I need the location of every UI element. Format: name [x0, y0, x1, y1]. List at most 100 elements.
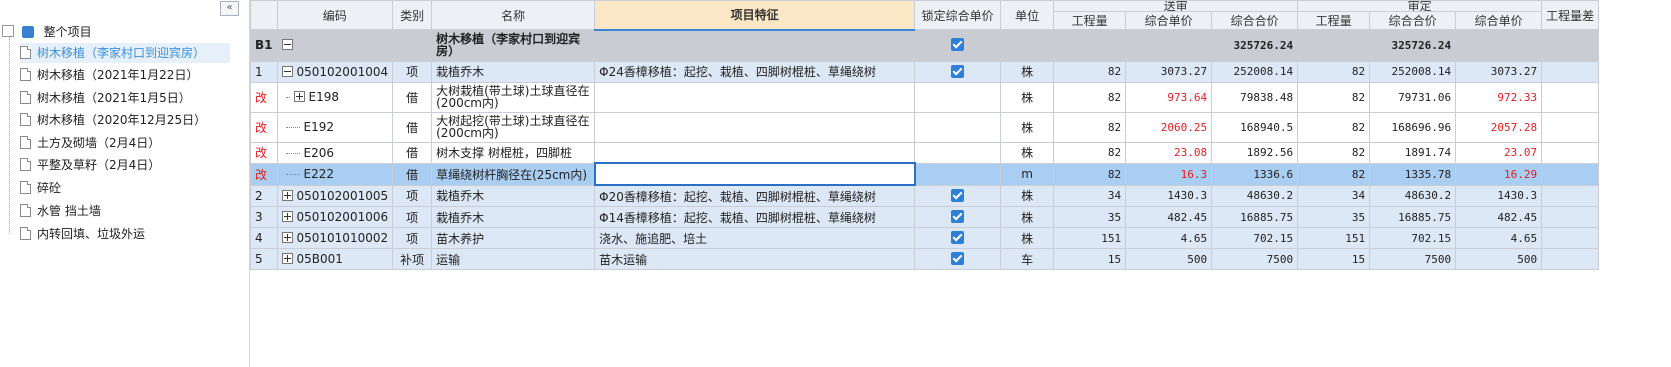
- header-unit[interactable]: 单位: [1000, 0, 1055, 30]
- uprice-cell[interactable]: 482.45: [1125, 206, 1213, 228]
- feature-cell[interactable]: [594, 111, 916, 143]
- header-qty-1[interactable]: 工程量: [1053, 11, 1127, 30]
- table-row[interactable]: 2 050102001005 项 栽植乔木 Φ20香樟移植：起挖、栽植、四脚树棍…: [250, 184, 1600, 207]
- collapse-minus-icon[interactable]: [281, 39, 293, 51]
- code-cell[interactable]: E222: [276, 162, 394, 186]
- name-cell[interactable]: 草绳绕树杆胸径在(25cm内): [431, 162, 596, 186]
- qty-cell[interactable]: 82: [1297, 60, 1371, 83]
- uprice-cell[interactable]: 23.08: [1125, 141, 1213, 164]
- uprice-cell[interactable]: 16.29: [1455, 162, 1543, 186]
- name-cell[interactable]: 栽植乔木: [431, 206, 596, 228]
- qty-cell[interactable]: 15: [1297, 248, 1371, 270]
- checkbox-checked-icon[interactable]: [951, 64, 965, 78]
- unit-cell[interactable]: 车: [1000, 248, 1055, 270]
- qty-cell[interactable]: 82: [1053, 162, 1127, 186]
- table-row[interactable]: 1 050102001004 项 栽植乔木 Φ24香樟移植：起挖、栽植、四脚树棍…: [250, 60, 1600, 83]
- type-cell[interactable]: 项: [392, 227, 433, 249]
- unit-cell[interactable]: m: [1000, 162, 1055, 186]
- type-cell[interactable]: 借: [392, 111, 433, 143]
- table-row[interactable]: 5 05B001 补项 运输 苗木运输 车 15 500 7500 15 750…: [250, 248, 1600, 270]
- tree-item[interactable]: 平整及草籽（2月4日）: [20, 155, 160, 175]
- name-cell[interactable]: 大树起挖(带土球)土球直径在(200cm内): [431, 111, 596, 143]
- uprice-cell[interactable]: 500: [1455, 248, 1543, 270]
- table-row-section[interactable]: B1 树木移植（李家村口到迎宾房） 325726.24 325726.24: [250, 29, 1600, 62]
- uprice-cell[interactable]: 3073.27: [1125, 60, 1213, 83]
- unit-cell[interactable]: 株: [1000, 60, 1055, 83]
- collapse-minus-icon[interactable]: [281, 65, 293, 77]
- uprice-cell[interactable]: 972.33: [1455, 81, 1543, 113]
- unit-cell[interactable]: 株: [1000, 227, 1055, 249]
- uprice-cell[interactable]: 3073.27: [1455, 60, 1543, 83]
- qty-cell[interactable]: 82: [1297, 111, 1371, 143]
- uprice-cell[interactable]: 1430.3: [1455, 184, 1543, 207]
- uprice-cell[interactable]: 2060.25: [1125, 111, 1213, 143]
- feature-cell[interactable]: Φ20香樟移植：起挖、栽植、四脚树棍桩、草绳绕树: [594, 184, 916, 207]
- lock-checkbox-cell[interactable]: [914, 184, 1002, 207]
- code-cell[interactable]: E198: [276, 81, 394, 113]
- expand-plus-icon[interactable]: [281, 211, 293, 222]
- collapse-panel-button[interactable]: «: [220, 1, 239, 16]
- lock-checkbox-cell[interactable]: [914, 248, 1002, 270]
- header-code[interactable]: 编码: [276, 0, 394, 30]
- qty-cell[interactable]: 82: [1297, 81, 1371, 113]
- lock-checkbox-cell[interactable]: [914, 29, 1002, 62]
- unit-cell[interactable]: 株: [1000, 206, 1055, 228]
- tree-item[interactable]: 树木移植（2021年1月22日）: [20, 65, 198, 85]
- qty-cell[interactable]: 151: [1053, 227, 1127, 249]
- qty-cell[interactable]: 82: [1053, 111, 1127, 143]
- tree-item[interactable]: 内转回填、垃圾外运: [20, 224, 145, 244]
- tree-item[interactable]: 水管 挡土墙: [20, 201, 101, 221]
- uprice-cell[interactable]: 2057.28: [1455, 111, 1543, 143]
- uprice-cell[interactable]: 973.64: [1125, 81, 1213, 113]
- qty-cell[interactable]: 82: [1053, 81, 1127, 113]
- tree-item[interactable]: 树木移植（2020年12月25日）: [20, 110, 206, 130]
- uprice-cell[interactable]: 482.45: [1455, 206, 1543, 228]
- expand-plus-icon[interactable]: [281, 253, 293, 264]
- qty-cell[interactable]: 35: [1053, 206, 1127, 228]
- tree-item[interactable]: 碎砼: [20, 178, 61, 198]
- type-cell[interactable]: 项: [392, 60, 433, 83]
- uprice-cell[interactable]: 23.07: [1455, 141, 1543, 164]
- header-lock[interactable]: 锁定综合单价: [914, 0, 1002, 30]
- lock-checkbox-cell[interactable]: [914, 227, 1002, 249]
- qty-cell[interactable]: 151: [1297, 227, 1371, 249]
- checkbox-checked-icon[interactable]: [951, 252, 965, 265]
- code-cell[interactable]: E192: [276, 111, 394, 143]
- qty-cell[interactable]: 82: [1053, 141, 1127, 164]
- table-row-selected[interactable]: 改 E222 借 草绳绕树杆胸径在(25cm内) m 82 16.3 1336.…: [250, 162, 1600, 186]
- code-cell[interactable]: 050102001006: [276, 206, 394, 228]
- uprice-cell[interactable]: 4.65: [1455, 227, 1543, 249]
- feature-edit-cell[interactable]: [593, 162, 916, 186]
- unit-cell[interactable]: 株: [1000, 111, 1055, 143]
- name-cell[interactable]: 大树栽植(带土球)土球直径在(200cm内): [431, 81, 596, 113]
- collapse-toggle-icon[interactable]: [2, 25, 14, 37]
- lock-checkbox-cell[interactable]: [914, 206, 1002, 228]
- tree-item[interactable]: 树木移植（2021年1月5日）: [20, 88, 191, 108]
- name-cell[interactable]: 树木支撑 树棍桩，四脚桩: [431, 141, 596, 164]
- qty-cell[interactable]: 15: [1053, 248, 1127, 270]
- qty-cell[interactable]: 82: [1297, 141, 1371, 164]
- tree-item[interactable]: 树木移植（李家村口到迎宾房）: [20, 43, 230, 63]
- expand-plus-icon[interactable]: [281, 189, 293, 201]
- tree-item[interactable]: 土方及砌墙（2月4日）: [20, 133, 160, 153]
- qty-cell[interactable]: 82: [1053, 60, 1127, 83]
- code-cell[interactable]: 05B001: [276, 248, 394, 270]
- feature-cell[interactable]: 浇水、施追肥、培土: [594, 227, 916, 249]
- feature-cell[interactable]: [594, 141, 916, 164]
- unit-cell[interactable]: 株: [1000, 184, 1055, 207]
- expand-plus-icon[interactable]: [281, 232, 293, 243]
- table-row[interactable]: 改 E206 借 树木支撑 树棍桩，四脚桩 株 82 23.08 1892.56…: [250, 141, 1600, 164]
- type-cell[interactable]: 借: [392, 81, 433, 113]
- name-cell[interactable]: 运输: [431, 248, 596, 270]
- qty-cell[interactable]: 35: [1297, 206, 1371, 228]
- header-type[interactable]: 类别: [392, 0, 433, 30]
- header-uprice-1[interactable]: 综合单价: [1125, 11, 1213, 30]
- name-cell[interactable]: 栽植乔木: [431, 60, 596, 83]
- expand-plus-icon[interactable]: [293, 91, 305, 102]
- type-cell[interactable]: 补项: [392, 248, 433, 270]
- tree-root[interactable]: 整个项目: [2, 22, 92, 42]
- header-total-2[interactable]: 综合合价: [1369, 11, 1457, 30]
- checkbox-checked-icon[interactable]: [951, 231, 965, 244]
- header-uprice-2[interactable]: 综合单价: [1455, 11, 1543, 30]
- qty-cell[interactable]: 34: [1297, 184, 1371, 207]
